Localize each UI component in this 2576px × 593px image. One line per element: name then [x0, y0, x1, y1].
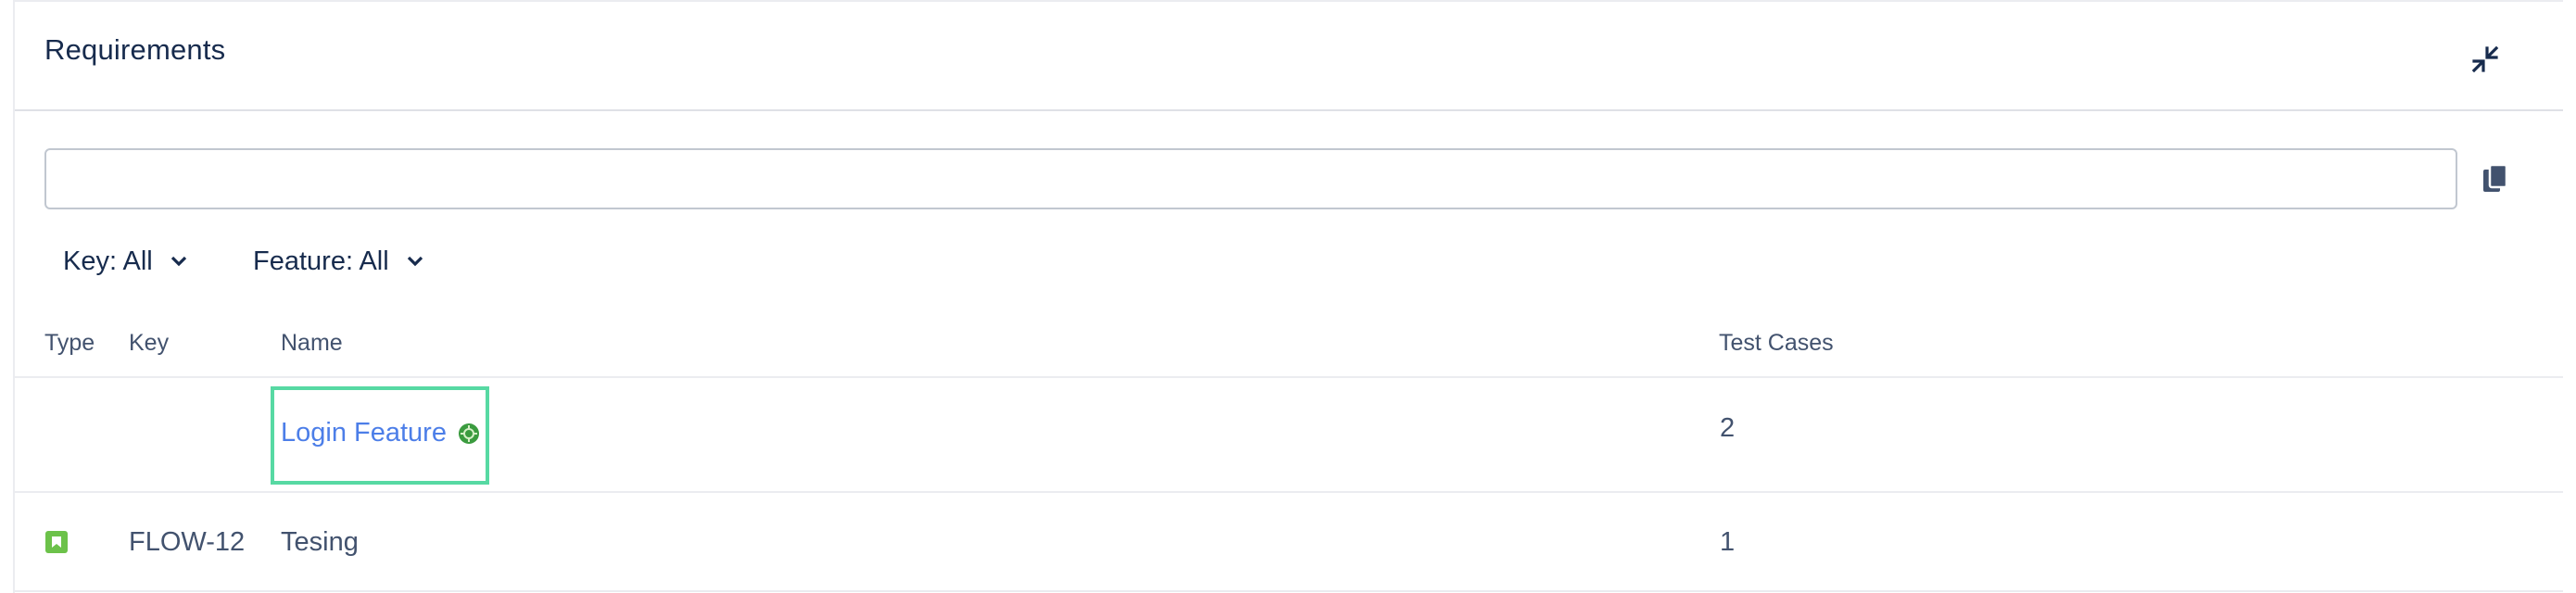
- feature-link[interactable]: Login Feature: [281, 418, 447, 448]
- test-cases-count: 2: [1720, 413, 1736, 443]
- test-cases-count: 1: [1720, 527, 1736, 557]
- requirement-name: Tesing: [281, 527, 359, 557]
- feature-filter-label: Feature: All: [253, 246, 389, 276]
- feature-name-cell: Login Feature: [281, 418, 480, 448]
- search-input[interactable]: [44, 148, 2457, 209]
- collapse-icon: [2471, 45, 2499, 73]
- panel-title: Requirements: [44, 33, 226, 66]
- copy-icon: [2483, 163, 2508, 192]
- issue-key-link[interactable]: FLOW-12: [129, 527, 245, 558]
- column-header-name[interactable]: Name: [281, 330, 343, 357]
- column-header-type[interactable]: Type: [44, 330, 95, 357]
- key-filter-dropdown[interactable]: Key: All: [63, 239, 188, 284]
- column-header-test-cases[interactable]: Test Cases: [1719, 330, 1834, 357]
- row-divider: [15, 590, 2563, 592]
- key-filter-label: Key: All: [63, 246, 153, 276]
- cucumber-feature-icon: [458, 423, 480, 445]
- feature-filter-dropdown[interactable]: Feature: All: [253, 239, 424, 284]
- story-icon: [45, 531, 68, 553]
- requirements-page: Requirements Key: All Feature: All Type …: [0, 0, 2576, 593]
- chevron-down-icon: [406, 255, 424, 268]
- chevron-down-icon: [170, 255, 188, 268]
- collapse-button[interactable]: [2463, 37, 2507, 82]
- row-divider: [15, 491, 2563, 493]
- panel-header: Requirements: [15, 0, 2563, 111]
- table-header-divider: [15, 376, 2563, 378]
- column-header-key[interactable]: Key: [129, 330, 169, 357]
- copy-button[interactable]: [2474, 158, 2517, 200]
